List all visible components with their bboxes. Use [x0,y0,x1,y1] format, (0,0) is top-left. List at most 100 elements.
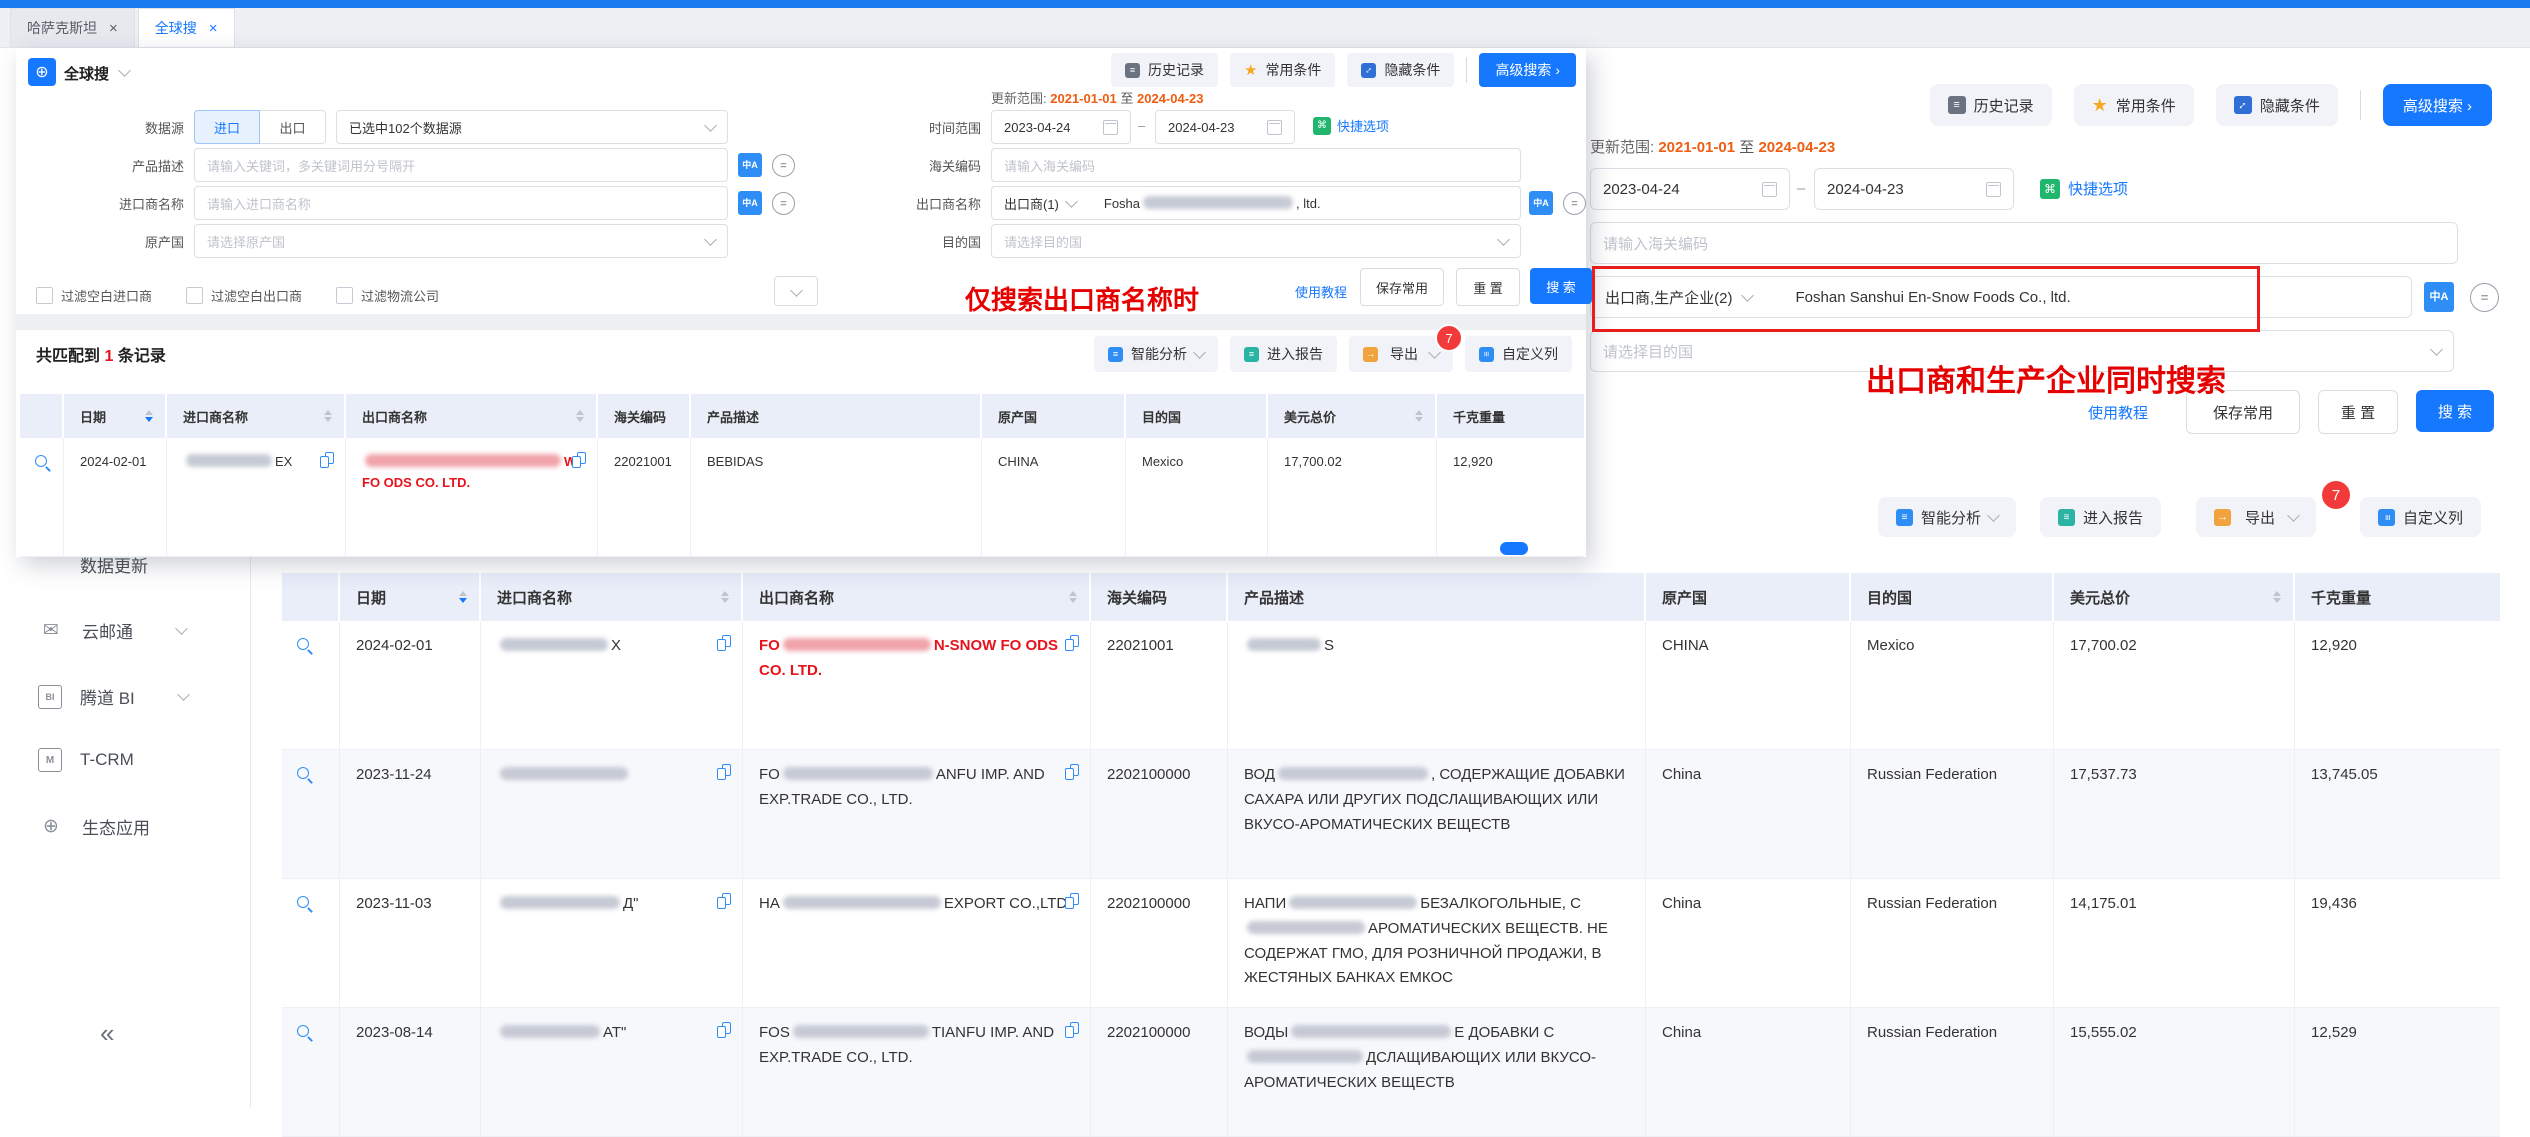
exact-match-icon[interactable]: = [772,192,795,215]
translate-icon[interactable]: 中A [2424,282,2454,312]
row-search-cell[interactable] [282,1008,340,1136]
tab-kazakhstan[interactable]: 哈萨克斯坦 × [10,8,135,47]
chevron-down-icon[interactable] [2287,509,2300,522]
translate-icon[interactable]: 中A [1529,191,1553,215]
sidebar-item-2[interactable]: ✉云邮通 [38,618,186,643]
sort-icon[interactable] [1069,591,1077,603]
quick-options-label[interactable]: 快捷选项 [1337,116,1389,135]
sort-icon[interactable] [721,591,729,603]
exporter-field[interactable]: 出口商,生产企业(2) Foshan Sanshui En-Snow Foods… [1590,276,2412,318]
history-button[interactable]: ≡ 历史记录 [1111,53,1218,87]
exact-match-icon[interactable]: = [2470,283,2499,312]
smart-analysis-button-bg[interactable]: ≡ 智能分析 [1878,497,2016,537]
enter-report-button[interactable]: ≡ 进入报告 [1230,336,1337,372]
advanced-search-button[interactable]: 高级搜索 › [2383,84,2492,126]
sidebar-item-3[interactable]: BI腾道 BI [38,684,188,709]
reset-button-bg[interactable]: 重 置 [2318,390,2398,434]
pagination-chip[interactable] [1500,542,1528,555]
date-to-field[interactable]: 2024-04-23 [1814,168,2014,210]
copy-icon[interactable] [1065,635,1080,652]
enter-report-button-bg[interactable]: ≡ 进入报告 [2040,497,2161,537]
magnifier-icon[interactable] [296,637,313,654]
column-header[interactable]: 日期 [340,573,481,621]
filter-checkbox-2[interactable]: 过滤空白出口商 [186,286,302,305]
product-desc-input[interactable]: 请输入关键词，多关键词用分号隔开 [194,148,728,182]
exact-match-icon[interactable]: = [772,154,795,177]
column-header[interactable]: 美元总价 [2054,573,2295,621]
hide-conditions-button[interactable]: ↕ 隐藏条件 [2216,84,2338,126]
filter-checkbox-1[interactable]: 过滤空白进口商 [36,286,152,305]
tutorial-link-bg[interactable]: 使用教程 [2088,402,2148,423]
smart-analysis-button[interactable]: ≡ 智能分析 [1094,336,1218,372]
copy-icon[interactable] [717,1022,732,1039]
close-icon[interactable]: × [209,20,218,37]
calendar-icon[interactable] [1103,120,1118,135]
column-header[interactable]: 出口商名称 [743,573,1091,621]
copy-icon[interactable] [1065,764,1080,781]
sort-icon[interactable] [1415,410,1423,422]
advanced-search-button[interactable]: 高级搜索 › [1479,53,1576,87]
row-search-cell[interactable] [20,438,64,556]
sort-icon[interactable] [2273,591,2281,603]
sort-icon[interactable] [324,410,332,422]
checkbox[interactable] [36,287,53,304]
sidebar-item-5[interactable]: ⊕生态应用 [38,814,150,839]
copy-icon[interactable] [717,635,732,652]
magnifier-icon[interactable] [296,1024,313,1041]
translate-icon[interactable]: 中A [738,191,762,215]
copy-icon[interactable] [717,764,732,781]
calendar-icon[interactable] [1267,120,1282,135]
chevron-down-icon[interactable] [118,64,131,77]
quick-options[interactable]: ⌘ 快捷选项 [2040,178,2128,199]
close-icon[interactable]: × [109,20,118,37]
copy-icon[interactable] [572,452,587,469]
custom-columns-button[interactable]: ≡ 自定义列 [1465,336,1572,372]
date-from-field[interactable]: 2023-04-24 [991,110,1131,144]
exporter-field[interactable]: 出口商(1) Fosha, ltd. [991,186,1521,220]
quick-options[interactable]: ⌘ 快捷选项 [1313,116,1389,135]
quick-options-label[interactable]: 快捷选项 [2068,178,2128,199]
column-header[interactable]: 日期 [64,394,167,438]
copy-icon[interactable] [320,452,335,469]
exporter-mode-select[interactable]: 出口商,生产企业(2) [1591,277,1766,317]
save-frequent-button[interactable]: 保存常用 [1360,268,1444,306]
toggle-export[interactable]: 出口 [260,110,326,144]
column-header[interactable]: 美元总价 [1268,394,1437,438]
column-header[interactable]: 进口商名称 [481,573,743,621]
exporter-mode-select[interactable]: 出口商(1) [992,187,1088,219]
calendar-icon[interactable] [1762,182,1777,197]
origin-select[interactable]: 请选择原产国 [194,224,728,258]
copy-icon[interactable] [1065,893,1080,910]
magnifier-icon[interactable] [296,895,313,912]
frequent-conditions-button[interactable]: ★ 常用条件 [2074,84,2194,126]
sort-icon[interactable] [576,410,584,422]
sidebar-item-4[interactable]: MT-CRM [38,748,134,772]
date-from-field[interactable]: 2023-04-24 [1590,168,1790,210]
exact-match-icon[interactable]: = [1563,192,1586,215]
export-button[interactable]: → 导出 7 [1349,336,1453,372]
row-search-cell[interactable] [282,879,340,1007]
frequent-conditions-button[interactable]: ★ 常用条件 [1230,53,1335,87]
row-search-cell[interactable] [282,750,340,878]
search-button[interactable]: 搜 索 [1530,268,1592,304]
search-button-bg[interactable]: 搜 索 [2416,390,2494,432]
sidebar-collapse-button[interactable]: « [100,1018,114,1049]
importer-input[interactable]: 请输入进口商名称 [194,186,728,220]
export-button-bg[interactable]: → 导出 [2196,497,2316,537]
destination-select[interactable]: 请选择目的国 [991,224,1521,258]
toggle-import[interactable]: 进口 [194,110,260,144]
history-button[interactable]: ≡ 历史记录 [1930,84,2052,126]
hide-conditions-button[interactable]: ↕ 隐藏条件 [1347,53,1454,87]
column-header[interactable]: 出口商名称 [346,394,598,438]
hs-code-input[interactable]: 请输入海关编码 [991,148,1521,182]
column-header[interactable]: 进口商名称 [167,394,346,438]
custom-columns-button-bg[interactable]: ≡ 自定义列 [2360,497,2481,537]
calendar-icon[interactable] [1986,182,2001,197]
translate-icon[interactable]: 中A [738,153,762,177]
datasource-select[interactable]: 已选中102个数据源 [336,110,728,144]
collapse-form-button[interactable] [774,276,818,306]
tutorial-link[interactable]: 使用教程 [1295,282,1347,301]
row-search-cell[interactable] [282,621,340,749]
copy-icon[interactable] [717,893,732,910]
date-to-field[interactable]: 2024-04-23 [1155,110,1295,144]
